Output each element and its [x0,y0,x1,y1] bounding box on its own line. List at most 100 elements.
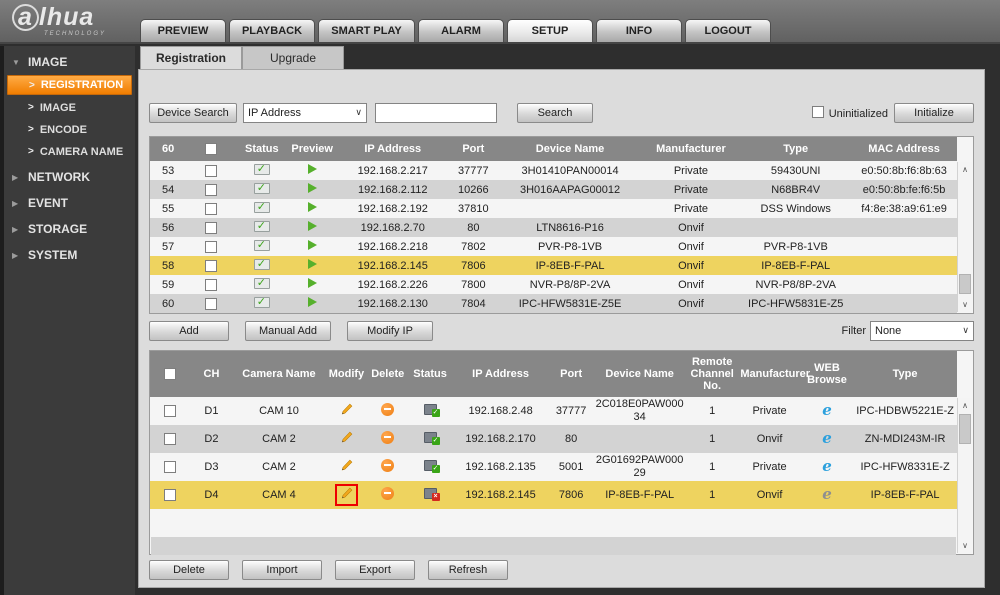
nav-tab-alarm[interactable]: ALARM [418,19,504,42]
ie-browser-icon[interactable]: e [822,429,832,447]
manual-add-button[interactable]: Manual Add [245,321,331,341]
col-preview: Preview [287,137,337,161]
row-checkbox[interactable] [164,461,176,473]
refresh-button[interactable]: Refresh [428,560,508,580]
scroll-up-icon[interactable]: ∧ [958,165,972,174]
row-checkbox[interactable] [164,489,176,501]
export-button[interactable]: Export [335,560,415,580]
channel-device-name: 2G01692PAW00029 [593,453,686,481]
sidebar-item-label: IMAGE [40,102,76,114]
row-checkbox[interactable] [164,405,176,417]
pencil-modify-icon[interactable] [340,431,353,444]
nav-tab-info[interactable]: INFO [596,19,682,42]
filter-select[interactable]: None ∨ [870,321,974,341]
delete-button[interactable]: Delete [149,560,229,580]
search-button[interactable]: Search [517,103,593,123]
device-row[interactable]: 53 ✓ 192.168.2.217 37777 3H01410PAN00014… [150,161,957,180]
modify-ip-button[interactable]: Modify IP [347,321,433,341]
add-button[interactable]: Add [149,321,229,341]
scroll-down-icon[interactable]: ∨ [958,300,972,309]
device-search-button[interactable]: Device Search [149,103,237,123]
ie-browser-icon[interactable]: e [822,401,832,419]
channel-row[interactable]: D4 CAM 4 × 192.168.2.145 7806 IP-8EB-F-P… [150,481,957,509]
modify-annotation-box [340,435,353,447]
sidebar-item-image-group[interactable]: ▼ IMAGE [4,52,135,72]
row-checkbox[interactable] [164,433,176,445]
device-row[interactable]: 59 ✓ 192.168.2.226 7800 NVR-P8/8P-2VA On… [150,275,957,294]
ie-browser-icon[interactable]: e [822,457,832,475]
row-checkbox[interactable] [205,241,217,253]
sidebar-item-registration[interactable]: > REGISTRATION [7,75,132,95]
nav-tab-setup[interactable]: SETUP [507,19,593,42]
delete-minus-icon[interactable] [381,403,394,416]
delete-minus-icon[interactable] [381,487,394,500]
nav-tab-playback[interactable]: PLAYBACK [229,19,315,42]
row-checkbox[interactable] [205,279,217,291]
pencil-modify-icon[interactable] [340,403,353,416]
channel-ch: D1 [190,397,232,425]
scrollbar-thumb[interactable] [959,274,971,294]
ie-browser-icon[interactable]: e [822,485,832,503]
status-badge: ✓ [432,409,440,417]
channel-table-scrollbar[interactable]: ∧ ∨ [957,398,972,553]
sidebar-item-encode[interactable]: > ENCODE [4,120,135,139]
row-checkbox[interactable] [205,260,217,272]
device-table-scrollbar[interactable]: ∧ ∨ [957,162,972,312]
channel-row[interactable]: D2 CAM 2 ✓ 192.168.2.170 80 1 [150,425,957,453]
channel-row[interactable]: D1 CAM 10 ✓ 192.168.2.48 37777 2C018E0PA… [150,397,957,425]
channel-row[interactable]: D3 CAM 2 ✓ 192.168.2.135 5001 2G01692PAW… [150,453,957,481]
device-row[interactable]: 56 ✓ 192.168.2.70 80 LTN8616-P16 Onvif [150,218,957,237]
preview-play-icon[interactable] [308,164,317,174]
channel-ch: D2 [190,425,232,453]
col-ip: IP Address [337,137,448,161]
search-input[interactable] [375,103,497,123]
pencil-modify-icon[interactable] [340,487,353,500]
device-port: 37810 [448,199,498,218]
row-checkbox[interactable] [205,165,217,177]
tab-upgrade[interactable]: Upgrade [242,46,344,69]
preview-play-icon[interactable] [308,221,317,231]
preview-play-icon[interactable] [308,259,317,269]
device-row[interactable]: 58 ✓ 192.168.2.145 7806 IP-8EB-F-PAL Onv… [150,256,957,275]
channel-manufacturer: Private [738,453,800,481]
select-all-checkbox[interactable] [164,368,176,380]
nav-tab-smart-play[interactable]: SMART PLAY [318,19,415,42]
preview-play-icon[interactable] [308,183,317,193]
preview-play-icon[interactable] [308,278,317,288]
row-checkbox[interactable] [205,298,217,310]
device-row[interactable]: 54 ✓ 192.168.2.112 10266 3H016AAPAG00012… [150,180,957,199]
row-checkbox[interactable] [205,184,217,196]
tab-registration[interactable]: Registration [140,46,242,69]
pencil-modify-icon[interactable] [340,459,353,472]
preview-play-icon[interactable] [308,297,317,307]
delete-minus-icon[interactable] [381,431,394,444]
sidebar-item-image[interactable]: > IMAGE [4,98,135,117]
channel-camera-name: CAM 10 [233,397,326,425]
scroll-up-icon[interactable]: ∧ [958,401,972,410]
preview-play-icon[interactable] [308,202,317,212]
row-checkbox[interactable] [205,222,217,234]
device-row[interactable]: 57 ✓ 192.168.2.218 7802 PVR-P8-1VB Onvif… [150,237,957,256]
device-row[interactable]: 55 ✓ 192.168.2.192 37810 Private DSS Win… [150,199,957,218]
scrollbar-thumb[interactable] [959,414,971,444]
sidebar-item-network[interactable]: ▶ NETWORK [4,167,135,187]
sidebar-item-system[interactable]: ▶ SYSTEM [4,245,135,265]
sidebar-item-storage[interactable]: ▶ STORAGE [4,219,135,239]
import-button[interactable]: Import [242,560,322,580]
nav-tab-preview[interactable]: PREVIEW [140,19,226,42]
row-checkbox[interactable] [205,203,217,215]
delete-minus-icon[interactable] [381,459,394,472]
scroll-down-icon[interactable]: ∨ [958,541,972,550]
device-row[interactable]: 60 ✓ 192.168.2.130 7804 IPC-HFW5831E-Z5E… [150,294,957,313]
uninitialized-checkbox[interactable] [812,106,824,118]
channel-remote-no: 1 [686,481,738,509]
initialize-button[interactable]: Initialize [894,103,974,123]
sidebar-item-event[interactable]: ▶ EVENT [4,193,135,213]
sidebar-item-camera-name[interactable]: > CAMERA NAME [4,142,135,161]
preview-play-icon[interactable] [308,240,317,250]
nav-tab-logout[interactable]: LOGOUT [685,19,771,42]
device-name: LTN8616-P16 [499,218,642,237]
device-name: PVR-P8-1VB [499,237,642,256]
search-type-select[interactable]: IP Address ∨ [243,103,367,123]
select-all-checkbox[interactable] [205,143,217,155]
